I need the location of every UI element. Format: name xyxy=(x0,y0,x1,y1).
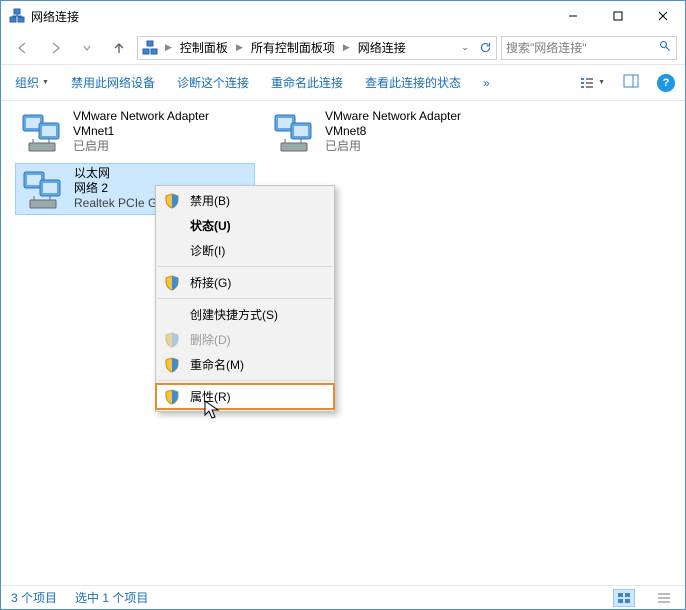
ctx-diagnose[interactable]: 诊断(I) xyxy=(156,238,334,263)
ctx-label: 重命名(M) xyxy=(190,356,244,373)
cursor-icon xyxy=(204,400,220,423)
title-bar: 网络连接 xyxy=(1,1,685,31)
selection-count: 选中 1 个项目 xyxy=(75,589,148,606)
app-icon xyxy=(9,8,25,24)
ctx-label: 创建快捷方式(S) xyxy=(190,306,278,323)
connection-name: 以太网 xyxy=(74,166,157,181)
ctx-rename[interactable]: 重命名(M) xyxy=(156,352,334,377)
help-button[interactable]: ? xyxy=(657,74,675,92)
window-title: 网络连接 xyxy=(31,8,550,25)
status-bar: 3 个项目 选中 1 个项目 xyxy=(1,585,685,609)
nav-row: ▶ 控制面板 ▶ 所有控制面板项 ▶ 网络连接 ⌄ xyxy=(1,31,685,65)
connection-name: VMware Network Adapter VMnet1 xyxy=(73,109,251,139)
breadcrumb-seg-3[interactable]: 网络连接 xyxy=(353,37,411,59)
search-box[interactable] xyxy=(501,36,677,60)
details-view-button[interactable] xyxy=(653,589,675,607)
diagnose-button[interactable]: 诊断这个连接 xyxy=(173,70,253,95)
maximize-button[interactable] xyxy=(595,1,640,31)
shield-icon xyxy=(164,275,180,291)
forward-button[interactable] xyxy=(41,36,69,60)
chevron-down-icon: ▼ xyxy=(42,79,49,86)
shield-icon xyxy=(164,193,180,209)
ctx-label: 删除(D) xyxy=(190,331,231,348)
connection-name: VMware Network Adapter VMnet8 xyxy=(325,109,503,139)
ctx-properties[interactable]: 属性(R) xyxy=(156,384,334,409)
window-controls xyxy=(550,1,685,31)
content-area: VMware Network Adapter VMnet1 已启用 VMware… xyxy=(1,101,685,585)
disable-device-button[interactable]: 禁用此网络设备 xyxy=(67,70,159,95)
view-status-button[interactable]: 查看此连接的状态 xyxy=(361,70,465,95)
ctx-label: 桥接(G) xyxy=(190,274,231,291)
ctx-label: 状态(U) xyxy=(190,217,231,234)
recent-dropdown[interactable] xyxy=(73,36,101,60)
menu-separator xyxy=(158,298,332,299)
view-dropdown-button[interactable]: ▼ xyxy=(579,76,605,90)
search-input[interactable] xyxy=(506,41,657,55)
breadcrumb-seg-2[interactable]: 所有控制面板项 xyxy=(246,37,340,59)
up-button[interactable] xyxy=(105,36,133,60)
ctx-status[interactable]: 状态(U) xyxy=(156,213,334,238)
address-bar[interactable]: ▶ 控制面板 ▶ 所有控制面板项 ▶ 网络连接 ⌄ xyxy=(137,36,497,60)
more-actions-button[interactable]: » xyxy=(479,72,494,94)
network-adapter-icon xyxy=(271,109,319,155)
connection-device: Realtek PCIe G xyxy=(74,196,157,211)
preview-pane-icon xyxy=(623,74,639,88)
ctx-shortcut[interactable]: 创建快捷方式(S) xyxy=(156,302,334,327)
menu-separator xyxy=(158,266,332,267)
list-icon xyxy=(579,76,595,90)
breadcrumb-sep-icon[interactable]: ▶ xyxy=(233,42,246,53)
close-button[interactable] xyxy=(640,1,685,31)
back-button[interactable] xyxy=(9,36,37,60)
command-bar: 组织▼ 禁用此网络设备 诊断这个连接 重命名此连接 查看此连接的状态 » ▼ ? xyxy=(1,65,685,101)
preview-pane-button[interactable] xyxy=(623,74,639,91)
breadcrumb-seg-1[interactable]: 控制面板 xyxy=(175,37,233,59)
organize-label: 组织 xyxy=(15,74,39,91)
shield-icon xyxy=(164,357,180,373)
ctx-bridge[interactable]: 桥接(G) xyxy=(156,270,334,295)
network-adapter-icon xyxy=(19,109,67,155)
menu-separator xyxy=(158,380,332,381)
address-dropdown[interactable]: ⌄ xyxy=(456,42,474,53)
refresh-button[interactable] xyxy=(474,41,496,54)
ctx-label: 禁用(B) xyxy=(190,192,230,209)
ctx-label: 诊断(I) xyxy=(190,242,225,259)
ctx-delete: 删除(D) xyxy=(156,327,334,352)
breadcrumb-sep-icon[interactable]: ▶ xyxy=(340,42,353,53)
ctx-disable[interactable]: 禁用(B) xyxy=(156,188,334,213)
minimize-button[interactable] xyxy=(550,1,595,31)
connection-network: 网络 2 xyxy=(74,181,157,196)
location-icon xyxy=(142,40,158,56)
rename-button[interactable]: 重命名此连接 xyxy=(267,70,347,95)
connection-status: 已启用 xyxy=(325,139,503,154)
chevron-down-icon: ▼ xyxy=(598,79,605,86)
connection-item[interactable]: VMware Network Adapter VMnet8 已启用 xyxy=(267,107,507,159)
organize-menu[interactable]: 组织▼ xyxy=(11,70,53,95)
network-adapter-icon xyxy=(20,166,68,212)
breadcrumb-sep-icon[interactable]: ▶ xyxy=(162,42,175,53)
connection-status: 已启用 xyxy=(73,139,251,154)
shield-icon xyxy=(164,332,180,348)
item-count: 3 个项目 xyxy=(11,589,57,606)
context-menu: 禁用(B) 状态(U) 诊断(I) 桥接(G) 创建快捷方式(S) 删除(D) … xyxy=(155,185,335,412)
search-icon[interactable] xyxy=(657,40,672,55)
tiles-view-button[interactable] xyxy=(613,589,635,607)
shield-icon xyxy=(164,389,180,405)
connection-item[interactable]: VMware Network Adapter VMnet1 已启用 xyxy=(15,107,255,159)
